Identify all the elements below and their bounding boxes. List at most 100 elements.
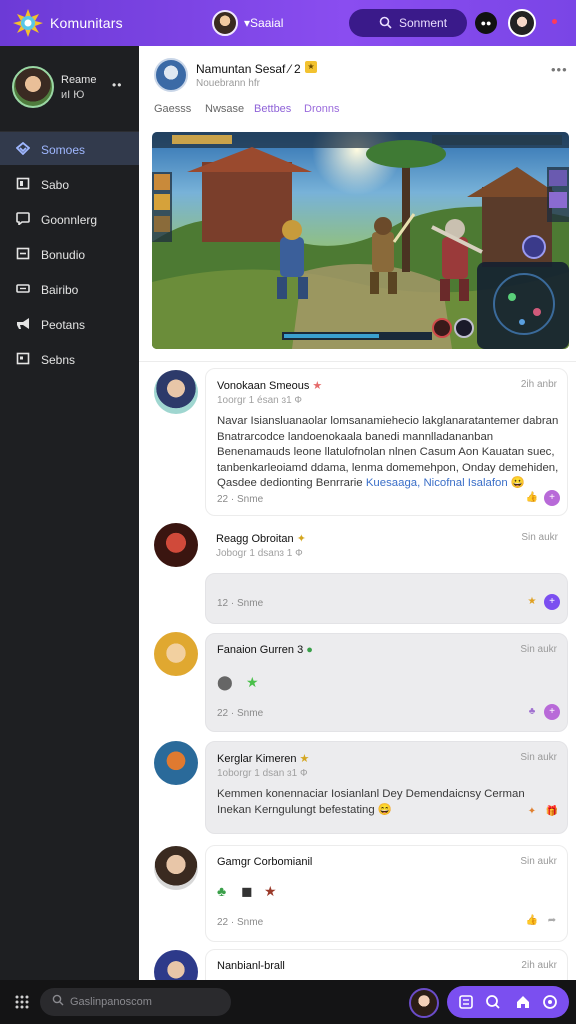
top-bar: Komunitars ▾Saaial Sonment ●● — [0, 0, 576, 46]
square-icon — [16, 177, 30, 190]
channel-avatar[interactable] — [212, 10, 238, 36]
sidebar-item-sebns[interactable]: Sebns — [0, 342, 139, 375]
dark-square-icon: ◼ — [241, 883, 253, 899]
post-time: 2ih aukr — [521, 960, 557, 971]
post-author[interactable]: Nanbianl-brall — [217, 960, 285, 972]
check-badge-icon: ● — [306, 644, 313, 656]
channel-selector[interactable]: ▾Saaial — [244, 16, 283, 30]
sidebar-item-label: Bonudio — [41, 248, 86, 262]
post-card[interactable]: Gamgr Corbomianil Sin aukr ♣ ◼ ★ 22 · Sn… — [205, 845, 568, 942]
user-avatar[interactable] — [508, 9, 536, 37]
dark-star-icon: ★ — [264, 883, 277, 899]
game-scene-image — [152, 132, 569, 349]
box-icon — [16, 247, 30, 260]
post-card[interactable]: Fanaion Gurren 3 ● Sin aukr ⬤ ★ 22 · Snm… — [205, 633, 568, 732]
apps-grid-icon[interactable] — [14, 994, 30, 1010]
post-time: Sin aukr — [521, 532, 558, 543]
clover-icon: ♣ — [217, 883, 227, 899]
star-icon: ★ — [312, 380, 323, 392]
sidebar-item-somoes[interactable]: Somoes — [0, 132, 139, 165]
profile-subtitle: иI Ю — [61, 89, 85, 101]
post-meta: 1oorgr 1 ésan ɜ1 Ф — [217, 395, 303, 406]
game-screenshot-banner[interactable] — [152, 132, 569, 349]
sidebar-item-label: Sabo — [41, 178, 70, 192]
post-time: Sin aukr — [520, 644, 557, 655]
post-author[interactable]: Fanaion Gurren 3 ● — [217, 644, 313, 656]
thumbs-up-icon[interactable]: 👍 — [524, 490, 540, 506]
community-avatar[interactable] — [154, 58, 188, 92]
post-author[interactable]: Gamgr Corbomianil — [217, 856, 312, 868]
badge-icon: ★ — [305, 61, 317, 73]
avatar[interactable] — [154, 846, 198, 890]
avatar[interactable] — [154, 523, 198, 567]
chat-bubble-icon[interactable] — [542, 994, 558, 1010]
sidebar-item-peotans[interactable]: Peotans — [0, 307, 139, 340]
post-card[interactable]: Reagg Obroitan ✦ Sin aukr Jobogr 1 dsanɜ… — [205, 522, 568, 562]
post-time: 2ih anbr — [520, 379, 557, 390]
notification-dot — [552, 19, 557, 24]
profile-card[interactable]: Reame иI Ю •• — [0, 46, 139, 132]
reaction-icon[interactable]: ✦ — [524, 804, 540, 820]
search-icon[interactable] — [485, 994, 501, 1010]
profile-avatar[interactable] — [12, 66, 54, 108]
post-author[interactable]: Kerglar Kimeren ★ — [217, 752, 309, 765]
gift-icon[interactable]: 🎁 — [544, 804, 560, 820]
megaphone-icon — [17, 318, 29, 329]
community-title: Namuntan Sesaf ⁄ 2 — [196, 62, 301, 76]
search-input[interactable]: Gaslinpanoscom — [40, 988, 231, 1016]
reaction-add-icon[interactable]: + — [544, 594, 560, 610]
search-button[interactable]: Sonment — [349, 9, 467, 37]
more-options-icon[interactable]: ••• — [551, 62, 568, 77]
post-body: Navar Isiansluanaolar lomsanamiehecio la… — [217, 415, 559, 490]
reaction-add-icon[interactable]: + — [544, 490, 560, 506]
home-icon[interactable] — [515, 994, 531, 1010]
post-stats: 22 · Snme — [217, 494, 264, 505]
app-title[interactable]: Komunitars — [50, 15, 123, 31]
post-author[interactable]: Vonokaan Smeous ★ — [217, 379, 322, 392]
sidebar-item-bairibo[interactable]: Bairibo — [0, 272, 139, 305]
ticket-icon — [16, 284, 30, 293]
more-options-icon[interactable]: •• — [112, 78, 122, 92]
post-meta: Jobogr 1 dsanɜ 1 Ф — [216, 548, 303, 559]
star-reaction-icon[interactable]: ★ — [524, 594, 540, 610]
sidebar-item-goonnlerg[interactable]: Goonnlerg — [0, 202, 139, 235]
action-dock — [447, 986, 569, 1018]
tab-dronns[interactable]: Dronns — [304, 103, 339, 115]
grin-emoji-icon: 😀 — [510, 477, 526, 490]
post-link[interactable]: Kuesaaga, Nicofnal Isalafon — [366, 477, 508, 489]
post-meta: 1oborgr 1 dsan ɜ1 Ф — [217, 768, 308, 779]
tab-gaesss[interactable]: Gaesss — [154, 103, 191, 115]
post-card[interactable]: 12 · Snme ★ + — [205, 573, 568, 624]
search-label: Sonment — [399, 16, 448, 30]
reaction-icon[interactable]: ♣ — [524, 704, 540, 720]
app-logo-icon[interactable] — [12, 8, 44, 38]
divider — [139, 361, 576, 362]
community-subtitle: Nouebrann hfr — [196, 78, 260, 89]
share-icon[interactable]: ➦ — [544, 913, 560, 929]
post-card[interactable]: Kerglar Kimeren ★ Sin aukr 1oborgr 1 dsa… — [205, 741, 568, 834]
diamond-icon — [16, 142, 30, 155]
thumbs-up-icon[interactable]: 👍 — [524, 913, 540, 929]
sidebar: Reame иI Ю •• Somoes Sabo Goonnlerg Bonu… — [0, 46, 139, 980]
post-card[interactable]: Vonokaan Smeous ★ 2ih anbr 1oorgr 1 ésan… — [205, 368, 568, 516]
avatar[interactable] — [154, 370, 198, 414]
chat-icon — [16, 212, 30, 225]
bottom-bar: Gaslinpanoscom — [0, 980, 576, 1024]
user-avatar[interactable] — [409, 988, 439, 1018]
sidebar-item-label: Peotans — [41, 318, 86, 332]
post-stats: 22 · Snme — [217, 917, 264, 928]
sidebar-item-label: Somoes — [41, 143, 86, 157]
post-time: Sin aukr — [520, 752, 557, 763]
search-icon — [379, 16, 392, 29]
post-author[interactable]: Reagg Obroitan ✦ — [216, 532, 306, 545]
tab-nwsase[interactable]: Nwsase — [205, 103, 244, 115]
reaction-add-icon[interactable]: + — [544, 704, 560, 720]
sidebar-item-sabo[interactable]: Sabo — [0, 167, 139, 200]
theme-toggle-button[interactable]: ●● — [475, 12, 497, 34]
tab-bettbes[interactable]: Bettbes — [254, 103, 291, 115]
avatar[interactable] — [154, 741, 198, 785]
star-icon: ✦ — [296, 533, 306, 545]
list-icon[interactable] — [458, 994, 474, 1010]
sidebar-item-bonudio[interactable]: Bonudio — [0, 237, 139, 270]
avatar[interactable] — [154, 632, 198, 676]
